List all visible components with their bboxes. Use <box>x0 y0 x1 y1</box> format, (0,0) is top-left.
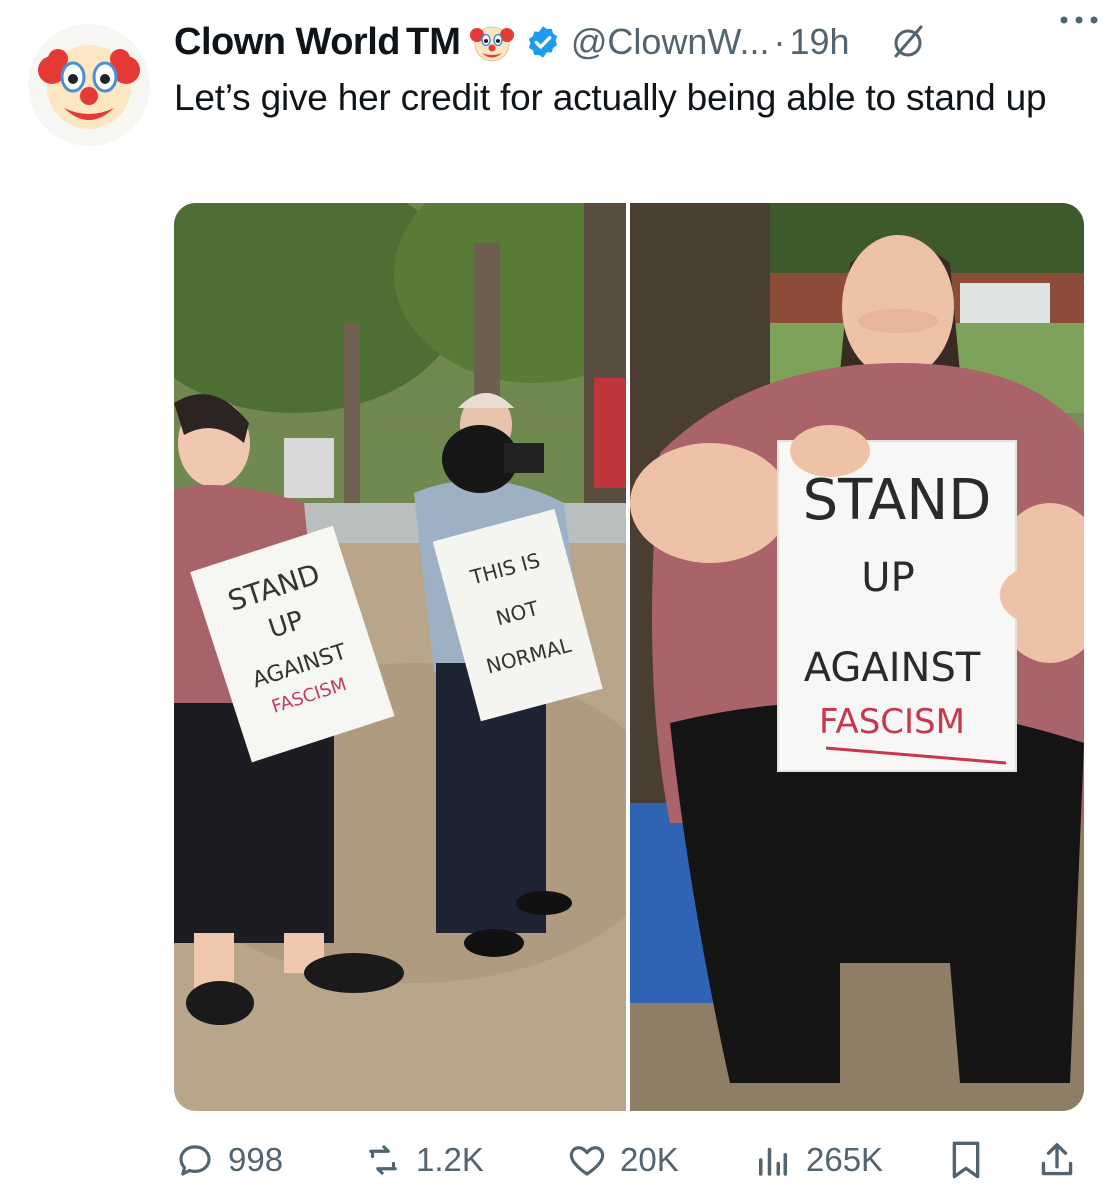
repost-icon <box>369 1145 397 1175</box>
sign-line-4: FASCISM <box>819 702 965 742</box>
sign-line-2: UP <box>861 555 914 601</box>
reply-button[interactable]: 998 <box>174 1130 283 1190</box>
views-count: 265K <box>806 1141 884 1178</box>
grok-icon[interactable] <box>888 22 928 62</box>
author-name[interactable]: Clown World <box>174 21 401 64</box>
trademark-label: TM <box>406 20 461 63</box>
like-count: 20K <box>620 1141 679 1178</box>
repost-count: 1.2K <box>416 1141 484 1178</box>
author-handle[interactable]: @ClownW... <box>571 21 770 63</box>
more-options-icon[interactable] <box>1056 8 1102 32</box>
views-button[interactable]: 265K <box>752 1130 883 1190</box>
reply-icon <box>179 1145 211 1176</box>
clown-emoji-icon <box>467 17 517 67</box>
tweet-timestamp[interactable]: 19h <box>789 21 849 63</box>
avatar[interactable] <box>28 24 150 146</box>
protest-photo-left[interactable]: STAND UP AGAINST FASCISM THIS IS NOT NOR… <box>174 203 626 1111</box>
share-icon <box>1041 1143 1073 1176</box>
action-bar: 998 1.2K 20K 265K <box>174 1130 1084 1190</box>
heart-icon <box>569 1146 605 1176</box>
sign-line-1: STAND <box>803 468 992 533</box>
bookmark-button[interactable] <box>946 1130 998 1190</box>
bookmark-icon <box>952 1141 980 1179</box>
separator-dot: · <box>773 21 786 62</box>
protest-photo-right[interactable]: STAND UP AGAINST FASCISM <box>630 203 1084 1111</box>
tweet-text: Let’s give her credit for actually being… <box>174 77 1047 118</box>
tweet-header: Clown World TM @ClownW... · 19h <box>174 14 1094 70</box>
sign-line-3: AGAINST <box>804 645 981 691</box>
views-bar-chart-icon <box>759 1147 787 1176</box>
verified-badge-icon[interactable] <box>525 24 561 60</box>
share-button[interactable] <box>1036 1130 1090 1190</box>
clown-face-icon <box>38 45 140 129</box>
like-button[interactable]: 20K <box>566 1130 679 1190</box>
tweet-media[interactable]: STAND UP AGAINST FASCISM THIS IS NOT NOR… <box>174 203 1084 1111</box>
repost-button[interactable]: 1.2K <box>362 1130 484 1190</box>
reply-count: 998 <box>228 1141 284 1178</box>
